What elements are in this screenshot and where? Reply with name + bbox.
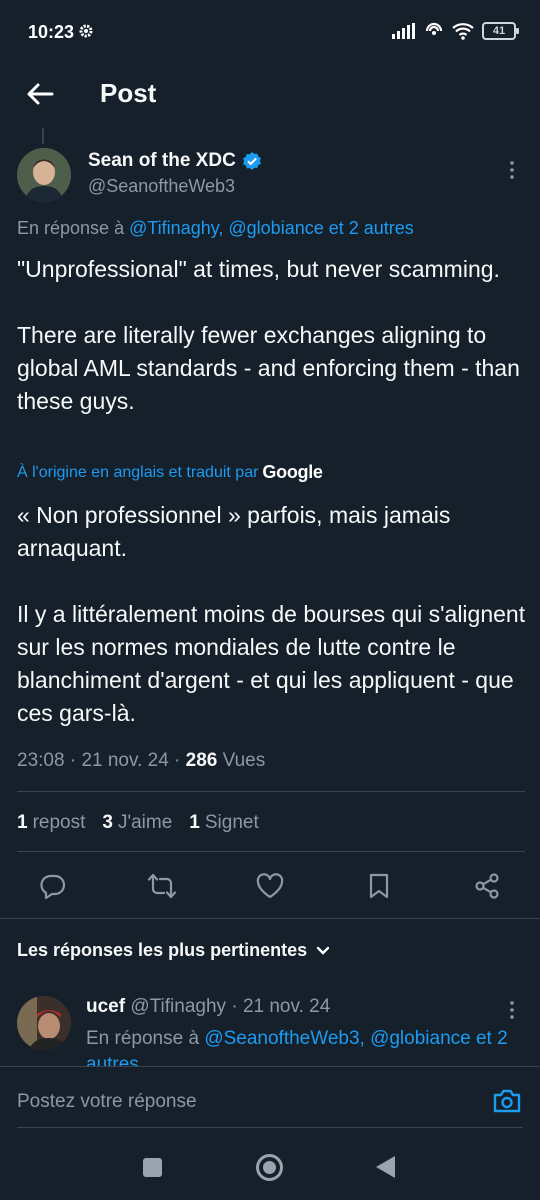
translation-attribution[interactable]: À l'origine en anglais et traduit par Go… [17, 462, 323, 483]
likes-label: J'aime [117, 812, 173, 833]
reply-avatar-portrait [17, 996, 71, 1050]
more-vertical-icon[interactable] [504, 160, 520, 180]
reply-date: 21 nov. 24 [242, 996, 331, 1017]
input-underline [17, 1127, 523, 1128]
share-button[interactable] [471, 870, 503, 902]
thread-connector-line [42, 128, 44, 144]
battery-icon: 41 [482, 22, 519, 40]
author-handle[interactable]: @SeanoftheWeb3 [88, 176, 235, 197]
post-translation: « Non professionnel » parfois, mais jama… [17, 502, 526, 726]
views-label: Vues [222, 750, 266, 771]
chevron-down-icon [316, 946, 330, 955]
hotspot-icon [425, 22, 443, 35]
google-logo: Google [262, 462, 323, 482]
reply-avatar[interactable] [17, 996, 71, 1050]
verified-badge-icon [242, 152, 261, 170]
reply-item-prefix: En réponse à [86, 1028, 205, 1049]
bookmarks-label: Signet [204, 812, 259, 833]
translation-label: À l'origine en anglais et traduit par [17, 463, 259, 481]
author-name[interactable]: Sean of the XDC [88, 150, 262, 172]
repost-button[interactable] [146, 870, 178, 902]
meta-separator: · [174, 750, 186, 771]
reply-prefix: En réponse à [17, 218, 130, 238]
reply-author-name[interactable]: ucef [86, 996, 125, 1017]
post-meta: 23:08 · 21 nov. 24 · 286 Vues [17, 750, 265, 772]
author-name-text: Sean of the XDC [88, 150, 236, 171]
divider [17, 791, 525, 792]
reply-item-context: En réponse à @SeanoftheWeb3, @globiance … [86, 1026, 516, 1066]
battery-level: 41 [492, 25, 506, 37]
signal-icon [392, 23, 415, 39]
system-nav-bar [0, 1132, 540, 1200]
more-vertical-icon[interactable] [504, 1000, 520, 1020]
reply-targets-link[interactable]: @Tifinaghy, @globiance et 2 autres [129, 218, 414, 238]
top-app-bar: Post [0, 66, 540, 126]
replies-sort-label: Les réponses les plus pertinentes [17, 940, 308, 960]
status-icons: 41 [392, 22, 519, 40]
divider [17, 851, 525, 852]
section-divider [0, 918, 540, 919]
reposts-label: repost [32, 812, 86, 833]
reposts-count: 1 [17, 812, 28, 833]
meta-separator: · [69, 750, 82, 771]
reply-separator: · [231, 996, 243, 1017]
wifi-icon [452, 23, 474, 40]
reply-header: ucef @Tifinaghy · 21 nov. 24 [86, 996, 330, 1018]
bookmark-icon [369, 873, 388, 899]
recents-button[interactable] [143, 1158, 162, 1177]
share-icon [475, 873, 499, 899]
likes-stat[interactable]: 3 J'aime [102, 812, 172, 834]
bookmarks-count: 1 [189, 812, 200, 833]
post-date: 21 nov. 24 [81, 750, 169, 771]
settings-gear-icon [79, 24, 93, 38]
reply-context: En réponse à @Tifinaghy, @globiance et 2… [17, 218, 414, 239]
reposts-stat[interactable]: 1 repost [17, 812, 85, 834]
post-time: 23:08 [17, 750, 65, 771]
home-button[interactable] [256, 1154, 283, 1181]
author-avatar[interactable] [17, 148, 71, 202]
camera-icon[interactable] [492, 1087, 522, 1115]
like-button[interactable] [254, 870, 286, 902]
reply-input[interactable]: Postez votre réponse [17, 1091, 197, 1113]
status-time: 10:23 [28, 22, 75, 42]
bookmarks-stat[interactable]: 1 Signet [189, 812, 258, 834]
action-bar [17, 866, 523, 906]
arrow-left-icon [27, 83, 54, 105]
system-back-button[interactable] [376, 1156, 395, 1178]
status-bar: 10:23 41 [0, 0, 540, 66]
reply-icon [40, 874, 66, 900]
bookmark-button[interactable] [363, 870, 395, 902]
reply-button[interactable] [37, 870, 69, 902]
views-count: 286 [185, 750, 218, 771]
back-button[interactable] [20, 74, 60, 114]
replies-sort-dropdown[interactable]: Les réponses les plus pertinentes [17, 940, 331, 961]
likes-count: 3 [102, 812, 113, 833]
reply-composer: Postez votre réponse [0, 1066, 540, 1132]
reply-author-handle[interactable]: @Tifinaghy [130, 996, 226, 1017]
repost-icon [147, 873, 176, 899]
page-title: Post [100, 78, 157, 108]
heart-icon [256, 873, 284, 899]
avatar-portrait [17, 148, 71, 202]
engagement-stats: 1 repost 3 J'aime 1 Signet [17, 812, 259, 834]
post-text: "Unprofessional" at times, but never sca… [17, 256, 520, 414]
